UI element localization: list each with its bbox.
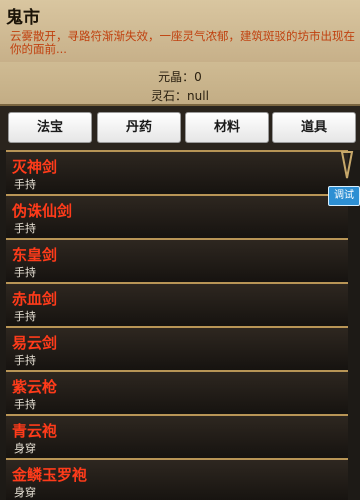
item-name: 紫云枪 <box>12 378 58 396</box>
item-type: 手持 <box>14 354 36 367</box>
tab-daoju[interactable]: 道具 <box>272 112 356 143</box>
debug-button[interactable]: 调试 <box>328 186 360 206</box>
list-item[interactable]: 金鳞玉罗袍 身穿 <box>6 458 348 500</box>
resource-panel: 元晶：0 灵石：null <box>0 62 360 104</box>
item-name: 灭神剑 <box>12 158 58 176</box>
list-item[interactable]: 东皇剑 手持 <box>6 238 348 284</box>
item-type: 手持 <box>14 222 36 235</box>
item-name: 金鳞玉罗袍 <box>12 466 88 484</box>
list-item[interactable]: 伪诛仙剑 手持 <box>6 194 348 240</box>
item-name: 易云剑 <box>12 334 58 352</box>
category-tabs: 法宝 丹药 材料 道具 <box>0 104 360 152</box>
item-type: 手持 <box>14 398 36 411</box>
header-panel: 鬼市 云雾散开，寻路符渐渐失效，一座灵气浓郁，建筑斑驳的坊市出现在你的面前... <box>0 0 360 64</box>
list-item[interactable]: 灭神剑 手持 <box>6 150 348 196</box>
list-item[interactable]: 青云袍 身穿 <box>6 414 348 460</box>
scroll-ornament-icon <box>340 151 354 179</box>
item-type: 手持 <box>14 266 36 279</box>
tab-cailiao[interactable]: 材料 <box>185 112 269 143</box>
item-name: 赤血剑 <box>12 290 58 308</box>
item-type: 手持 <box>14 310 36 323</box>
tab-danyao[interactable]: 丹药 <box>97 112 181 143</box>
list-item[interactable]: 赤血剑 手持 <box>6 282 348 328</box>
yuanjing-value: 元晶：0 <box>158 70 202 84</box>
item-type: 身穿 <box>14 486 36 499</box>
page-title: 鬼市 <box>6 8 40 28</box>
intro-text: 云雾散开，寻路符渐渐失效，一座灵气浓郁，建筑斑驳的坊市出现在你的面前... <box>10 29 355 56</box>
list-item[interactable]: 易云剑 手持 <box>6 326 348 372</box>
item-name: 青云袍 <box>12 422 58 440</box>
item-name: 东皇剑 <box>12 246 58 264</box>
lingshi-value: 灵石：null <box>151 89 209 103</box>
item-type: 身穿 <box>14 442 36 455</box>
list-item[interactable]: 紫云枪 手持 <box>6 370 348 416</box>
tab-fabao[interactable]: 法宝 <box>8 112 92 143</box>
item-type: 手持 <box>14 178 36 191</box>
item-list[interactable]: 灭神剑 手持 伪诛仙剑 手持 东皇剑 手持 赤血剑 手持 易云剑 手持 紫云枪 … <box>0 150 360 500</box>
item-name: 伪诛仙剑 <box>12 202 73 220</box>
